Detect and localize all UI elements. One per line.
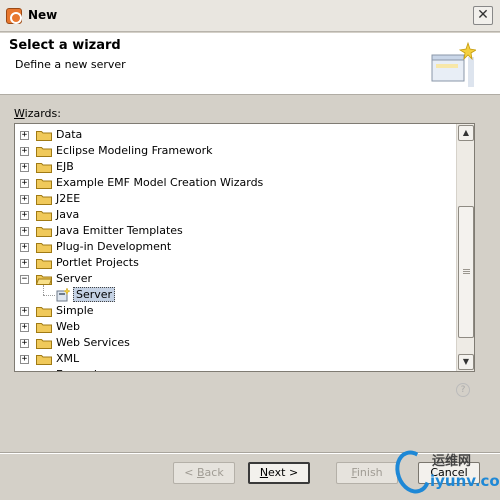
tree-item[interactable]: + Data: [15, 127, 455, 143]
next-button[interactable]: Next >: [248, 462, 310, 484]
folder-icon: [36, 259, 52, 269]
folder-icon: [36, 211, 52, 221]
tree-item[interactable]: + XML: [15, 351, 455, 367]
expand-icon[interactable]: +: [20, 339, 29, 348]
tree-item-label: Data: [56, 128, 83, 141]
expand-icon[interactable]: +: [20, 227, 29, 236]
tree-item[interactable]: + Web: [15, 319, 455, 335]
folder-icon: [36, 163, 52, 173]
tree-item[interactable]: + Simple: [15, 303, 455, 319]
folder-icon: [36, 147, 52, 157]
header-description: Define a new server: [15, 58, 126, 71]
folder-icon: [36, 195, 52, 205]
tree-child-item[interactable]: Server: [15, 287, 455, 303]
scroll-down-button[interactable]: ▼: [458, 354, 474, 370]
tree-item-label: XML: [56, 352, 80, 365]
folder-icon: [36, 243, 52, 253]
folder-icon: [36, 179, 52, 189]
scroll-up-button[interactable]: ▲: [458, 125, 474, 141]
window-title: New: [28, 8, 58, 22]
tree-item[interactable]: + Web Services: [15, 335, 455, 351]
tree-item[interactable]: + Eclipse Modeling Framework: [15, 143, 455, 159]
tree-item[interactable]: + EJB: [15, 159, 455, 175]
tree-item-label: Example EMF Model Creation Wizards: [56, 176, 264, 189]
tree-item[interactable]: + Portlet Projects: [15, 255, 455, 271]
tree-item[interactable]: + Plug-in Development: [15, 239, 455, 255]
wizards-tree[interactable]: + Data + Eclipse Modeling Framework + EJB + Exa…: [14, 123, 475, 372]
tree-item-label: Java: [56, 208, 80, 221]
server-wizard-icon: [56, 288, 70, 302]
tree-item-label: J2EE: [56, 192, 81, 205]
scroll-thumb[interactable]: [458, 206, 474, 338]
site-watermark: 运维网 iyunv.com: [389, 445, 500, 499]
folder-icon: [36, 307, 52, 317]
tree-item-label: Plug-in Development: [56, 240, 172, 253]
tree-item-label: Simple: [56, 304, 94, 317]
tree-item[interactable]: − Server: [15, 271, 455, 287]
title-bar: New ✕: [0, 0, 500, 32]
folder-open-icon: [36, 275, 52, 285]
folder-icon: [36, 370, 52, 371]
close-button[interactable]: ✕: [473, 6, 493, 25]
tree-item-label: Java Emitter Templates: [56, 224, 183, 237]
tree-item-label: Web: [56, 320, 80, 333]
tree-item-label: Web Services: [56, 336, 130, 349]
back-button[interactable]: < Back: [173, 462, 235, 484]
tree-item[interactable]: +Examples: [15, 367, 455, 371]
collapse-icon[interactable]: −: [20, 275, 29, 284]
wizard-header: Select a wizard Define a new server: [0, 33, 500, 95]
tree-item-label: Examples: [56, 368, 109, 371]
tree-item-label: Eclipse Modeling Framework: [56, 144, 213, 157]
header-title: Select a wizard: [9, 38, 121, 53]
tree-content: + Data + Eclipse Modeling Framework + EJB + Exa…: [15, 124, 456, 371]
expand-icon[interactable]: +: [20, 323, 29, 332]
folder-icon: [36, 339, 52, 349]
tree-item[interactable]: + J2EE: [15, 191, 455, 207]
folder-icon: [36, 227, 52, 237]
tree-item[interactable]: + Java Emitter Templates: [15, 223, 455, 239]
watermark-top-text: 运维网: [432, 454, 472, 469]
finish-button[interactable]: Finish: [336, 462, 398, 484]
expand-icon[interactable]: +: [20, 259, 29, 268]
folder-icon: [36, 323, 52, 333]
folder-icon: [36, 355, 52, 365]
expand-icon[interactable]: +: [20, 307, 29, 316]
expand-icon[interactable]: +: [20, 163, 29, 172]
expand-icon[interactable]: +: [20, 147, 29, 156]
expand-icon[interactable]: +: [20, 355, 29, 364]
tree-item-label: EJB: [56, 160, 74, 173]
vertical-scrollbar[interactable]: ▲ ▼: [456, 124, 474, 371]
help-icon[interactable]: ?: [456, 383, 470, 397]
folder-icon: [36, 131, 52, 141]
tree-item-label: Portlet Projects: [56, 256, 139, 269]
tree-item[interactable]: + Java: [15, 207, 455, 223]
tree-item-label: Server: [56, 272, 93, 285]
expand-icon[interactable]: +: [20, 243, 29, 252]
expand-icon[interactable]: +: [20, 131, 29, 140]
tree-item-label-selected: Server: [73, 287, 116, 302]
tree-item[interactable]: + Example EMF Model Creation Wizards: [15, 175, 455, 191]
expand-icon[interactable]: +: [20, 179, 29, 188]
expand-icon[interactable]: +: [20, 195, 29, 204]
expand-icon[interactable]: +: [20, 211, 29, 220]
eclipse-icon: [6, 8, 22, 24]
watermark-bottom-text: iyunv.com: [430, 472, 500, 490]
new-wizard-banner-icon: [431, 41, 476, 87]
wizards-label: Wizards:: [14, 107, 61, 120]
